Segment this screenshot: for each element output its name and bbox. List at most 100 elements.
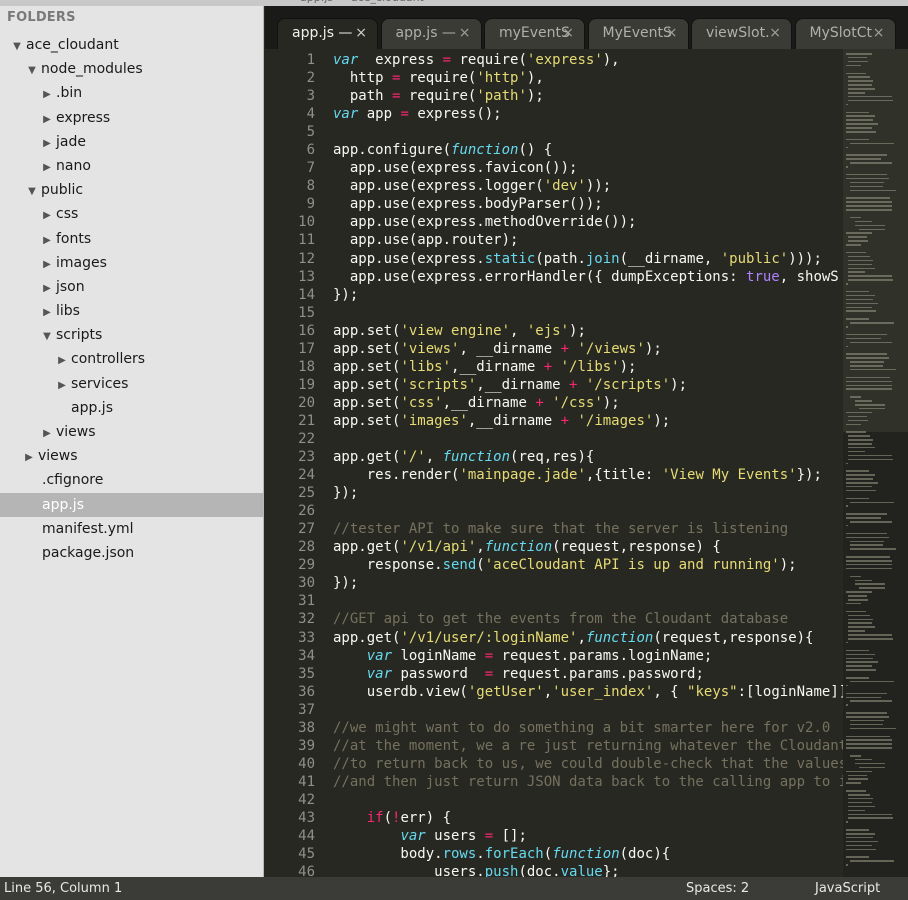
file-item[interactable]: app.js bbox=[0, 492, 263, 517]
code-line[interactable]: users.push(doc.value}; bbox=[333, 863, 843, 877]
code-line[interactable]: var loginName = request.params.loginName… bbox=[333, 647, 843, 665]
file-item[interactable]: package.json bbox=[0, 541, 263, 565]
editor-tab[interactable]: MySlotCt × bbox=[794, 18, 896, 49]
disclosure-closed-icon[interactable]: ▶ bbox=[40, 253, 54, 277]
folder-item[interactable]: ▶ jade bbox=[0, 130, 263, 156]
tab-close-icon[interactable]: × bbox=[769, 19, 781, 47]
code-line[interactable]: app.get('/v1/api',function(request,respo… bbox=[333, 538, 843, 556]
code-line[interactable]: //we might want to do something a bit sm… bbox=[333, 719, 843, 737]
folder-item[interactable]: ▶ services bbox=[0, 372, 263, 398]
code-line[interactable]: app.use(express.static(path.join(__dirna… bbox=[333, 250, 843, 268]
disclosure-closed-icon[interactable]: ▶ bbox=[22, 446, 36, 470]
code-line[interactable]: app.set('images',__dirname + '/images'); bbox=[333, 412, 843, 430]
disclosure-closed-icon[interactable]: ▶ bbox=[40, 132, 54, 156]
folder-item[interactable]: ▶ json bbox=[0, 275, 263, 301]
code-line[interactable]: //and then just return JSON data back to… bbox=[333, 773, 843, 791]
code-line[interactable] bbox=[333, 304, 843, 322]
disclosure-open-icon[interactable]: ▼ bbox=[40, 325, 54, 349]
indentation-setting[interactable]: Spaces: 2 bbox=[686, 877, 749, 900]
tab-close-icon[interactable]: × bbox=[873, 19, 885, 47]
syntax-mode[interactable]: JavaScript bbox=[815, 877, 880, 900]
code-line[interactable]: app.set('scripts',__dirname + '/scripts'… bbox=[333, 376, 843, 394]
folder-item[interactable]: ▼ scripts bbox=[0, 323, 263, 349]
code-line[interactable]: //at the moment, we a re just returning … bbox=[333, 737, 843, 755]
tab-close-icon[interactable]: × bbox=[459, 19, 471, 47]
folder-item[interactable]: ▶ fonts bbox=[0, 227, 263, 253]
disclosure-closed-icon[interactable]: ▶ bbox=[55, 349, 69, 373]
folder-item[interactable]: ▶ images bbox=[0, 251, 263, 277]
tab-close-icon[interactable]: × bbox=[562, 19, 574, 47]
folder-item[interactable]: ▶ libs bbox=[0, 299, 263, 325]
disclosure-closed-icon[interactable]: ▶ bbox=[40, 108, 54, 132]
code-line[interactable]: var password = request.params.password; bbox=[333, 665, 843, 683]
code-line[interactable] bbox=[333, 701, 843, 719]
disclosure-closed-icon[interactable]: ▶ bbox=[40, 277, 54, 301]
disclosure-closed-icon[interactable]: ▶ bbox=[40, 301, 54, 325]
code-line[interactable]: response.send('aceCloudant API is up and… bbox=[333, 556, 843, 574]
folder-item[interactable]: ▶ views bbox=[0, 444, 263, 470]
code-line[interactable] bbox=[333, 123, 843, 141]
disclosure-closed-icon[interactable]: ▶ bbox=[55, 374, 69, 398]
code-line[interactable]: app.get('/', function(req,res){ bbox=[333, 448, 843, 466]
editor-tab[interactable]: MyEventS × bbox=[587, 18, 689, 49]
code-line[interactable]: app.set('libs',__dirname + '/libs'); bbox=[333, 358, 843, 376]
disclosure-closed-icon[interactable]: ▶ bbox=[40, 83, 54, 107]
code-line[interactable]: path = require('path'); bbox=[333, 87, 843, 105]
folder-item[interactable]: ▶ controllers bbox=[0, 347, 263, 373]
folder-item[interactable]: ▼ ace_cloudant bbox=[0, 33, 263, 59]
code-line[interactable]: app.use(express.favicon()); bbox=[333, 159, 843, 177]
code-line[interactable]: //to return back to us, we could double-… bbox=[333, 755, 843, 773]
folder-item[interactable]: ▶ nano bbox=[0, 154, 263, 180]
code-line[interactable]: if(!err) { bbox=[333, 809, 843, 827]
file-item[interactable]: manifest.yml bbox=[0, 517, 263, 541]
code-line[interactable]: var express = require('express'), bbox=[333, 51, 843, 69]
code-line[interactable]: //tester API to make sure that the serve… bbox=[333, 520, 843, 538]
code-line[interactable]: app.get('/v1/user/:loginName',function(r… bbox=[333, 629, 843, 647]
editor-tab[interactable]: myEventS × bbox=[484, 18, 585, 49]
disclosure-closed-icon[interactable]: ▶ bbox=[40, 156, 54, 180]
disclosure-closed-icon[interactable]: ▶ bbox=[40, 422, 54, 446]
disclosure-open-icon[interactable]: ▼ bbox=[25, 180, 39, 204]
code-line[interactable] bbox=[333, 791, 843, 809]
code-line[interactable]: }); bbox=[333, 574, 843, 592]
code-line[interactable]: }); bbox=[333, 286, 843, 304]
code-line[interactable]: //GET api to get the events from the Clo… bbox=[333, 610, 843, 628]
code-line[interactable]: body.rows.forEach(function(doc){ bbox=[333, 845, 843, 863]
code-line[interactable]: var users = []; bbox=[333, 827, 843, 845]
folder-item[interactable]: ▶ express bbox=[0, 106, 263, 132]
tab-close-icon[interactable]: × bbox=[666, 19, 678, 47]
code-line[interactable] bbox=[333, 502, 843, 520]
code-line[interactable]: userdb.view('getUser','user_index', { "k… bbox=[333, 683, 843, 701]
code-editor[interactable]: 1 2 3 4 5 6 7 8 9 10 11 12 13 14 15 16 17 18 19 20 21 22 23 24 2… bbox=[265, 49, 843, 877]
disclosure-open-icon[interactable]: ▼ bbox=[25, 59, 39, 83]
code-line[interactable] bbox=[333, 592, 843, 610]
tab-close-icon[interactable]: × bbox=[355, 19, 367, 47]
disclosure-closed-icon[interactable]: ▶ bbox=[40, 229, 54, 253]
editor-tab[interactable]: app.js — × bbox=[277, 18, 378, 49]
editor-tab[interactable]: app.js — × bbox=[380, 18, 482, 49]
folder-item[interactable]: ▼ public bbox=[0, 178, 263, 204]
file-item[interactable]: app.js bbox=[0, 396, 263, 420]
code-line[interactable]: res.render('mainpage.jade',{title: 'View… bbox=[333, 466, 843, 484]
code-line[interactable]: app.use(app.router); bbox=[333, 231, 843, 249]
code-line[interactable]: app.use(express.methodOverride()); bbox=[333, 213, 843, 231]
code-line[interactable]: app.configure(function() { bbox=[333, 141, 843, 159]
folder-item[interactable]: ▶ views bbox=[0, 420, 263, 446]
disclosure-closed-icon[interactable]: ▶ bbox=[40, 204, 54, 228]
disclosure-open-icon[interactable]: ▼ bbox=[10, 35, 24, 59]
code-line[interactable]: app.use(express.bodyParser()); bbox=[333, 195, 843, 213]
code-line[interactable]: var app = express(); bbox=[333, 105, 843, 123]
code-line[interactable]: app.set('css',__dirname + '/css'); bbox=[333, 394, 843, 412]
code-line[interactable]: app.use(express.errorHandler({ dumpExcep… bbox=[333, 268, 843, 286]
code-line[interactable]: app.use(express.logger('dev')); bbox=[333, 177, 843, 195]
editor-tab[interactable]: viewSlot. × bbox=[691, 18, 792, 49]
code-line[interactable] bbox=[333, 430, 843, 448]
minimap[interactable] bbox=[843, 49, 908, 877]
code-line[interactable]: }); bbox=[333, 484, 843, 502]
folder-item[interactable]: ▼ node_modules bbox=[0, 57, 263, 83]
folder-item[interactable]: ▶ css bbox=[0, 202, 263, 228]
code-line[interactable]: app.set('views', __dirname + '/views'); bbox=[333, 340, 843, 358]
code-area[interactable]: var express = require('express'), http =… bbox=[333, 51, 843, 877]
folder-item[interactable]: ▶ .bin bbox=[0, 81, 263, 107]
code-line[interactable]: app.set('view engine', 'ejs'); bbox=[333, 322, 843, 340]
